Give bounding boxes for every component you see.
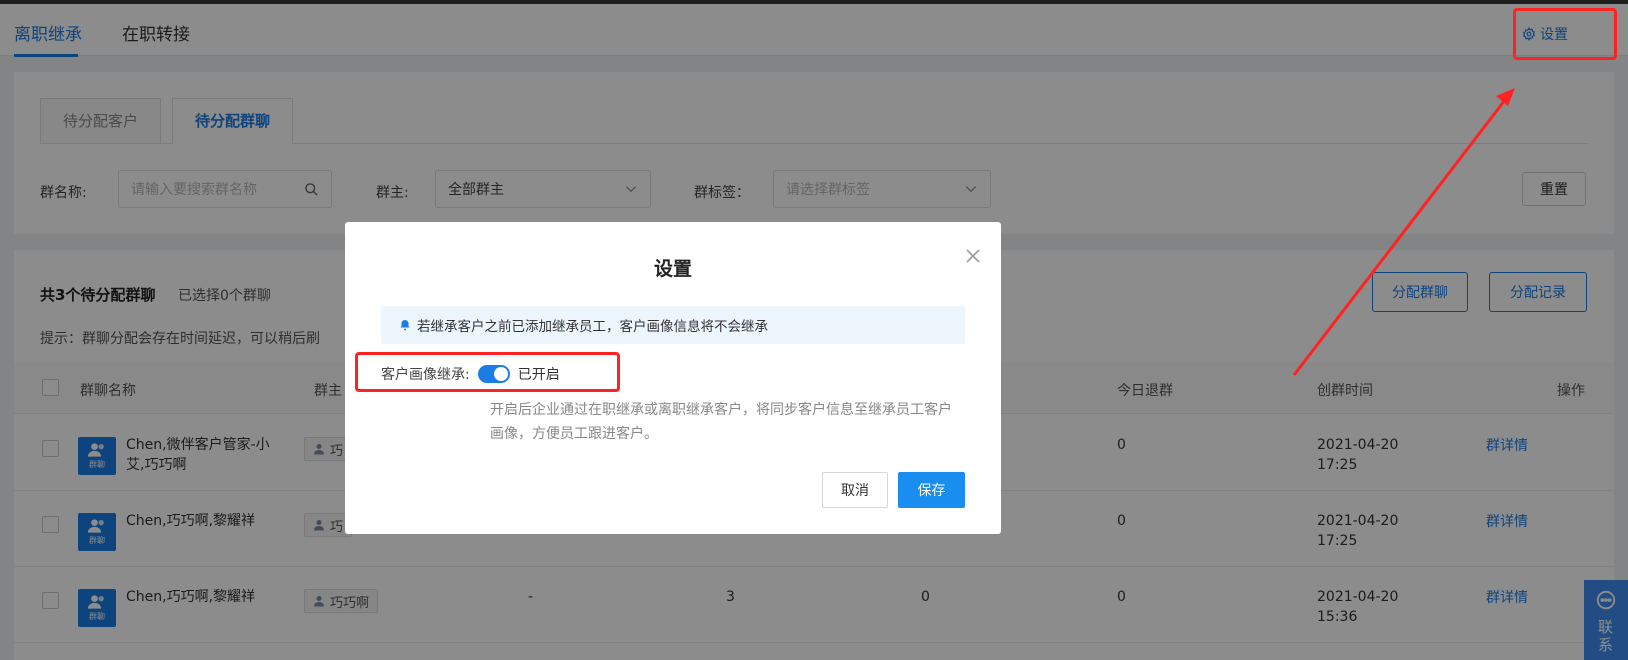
save-button[interactable]: 保存 (898, 472, 965, 508)
alert-text: 若继承客户之前已添加继承员工，客户画像信息将不会继承 (417, 319, 768, 335)
annotation-box-settings (1513, 8, 1617, 60)
info-alert: 若继承客户之前已添加继承员工，客户画像信息将不会继承 (381, 306, 965, 344)
dialog-title: 设置 (653, 258, 692, 280)
close-icon[interactable] (963, 246, 983, 266)
bell-icon (400, 320, 410, 331)
annotation-box-toggle (355, 352, 620, 392)
inherit-description: 开启后企业通过在职继承或离职继承客户，将同步客户信息至继承员工客户画像，方便员工… (490, 402, 952, 442)
cancel-button[interactable]: 取消 (822, 472, 888, 508)
